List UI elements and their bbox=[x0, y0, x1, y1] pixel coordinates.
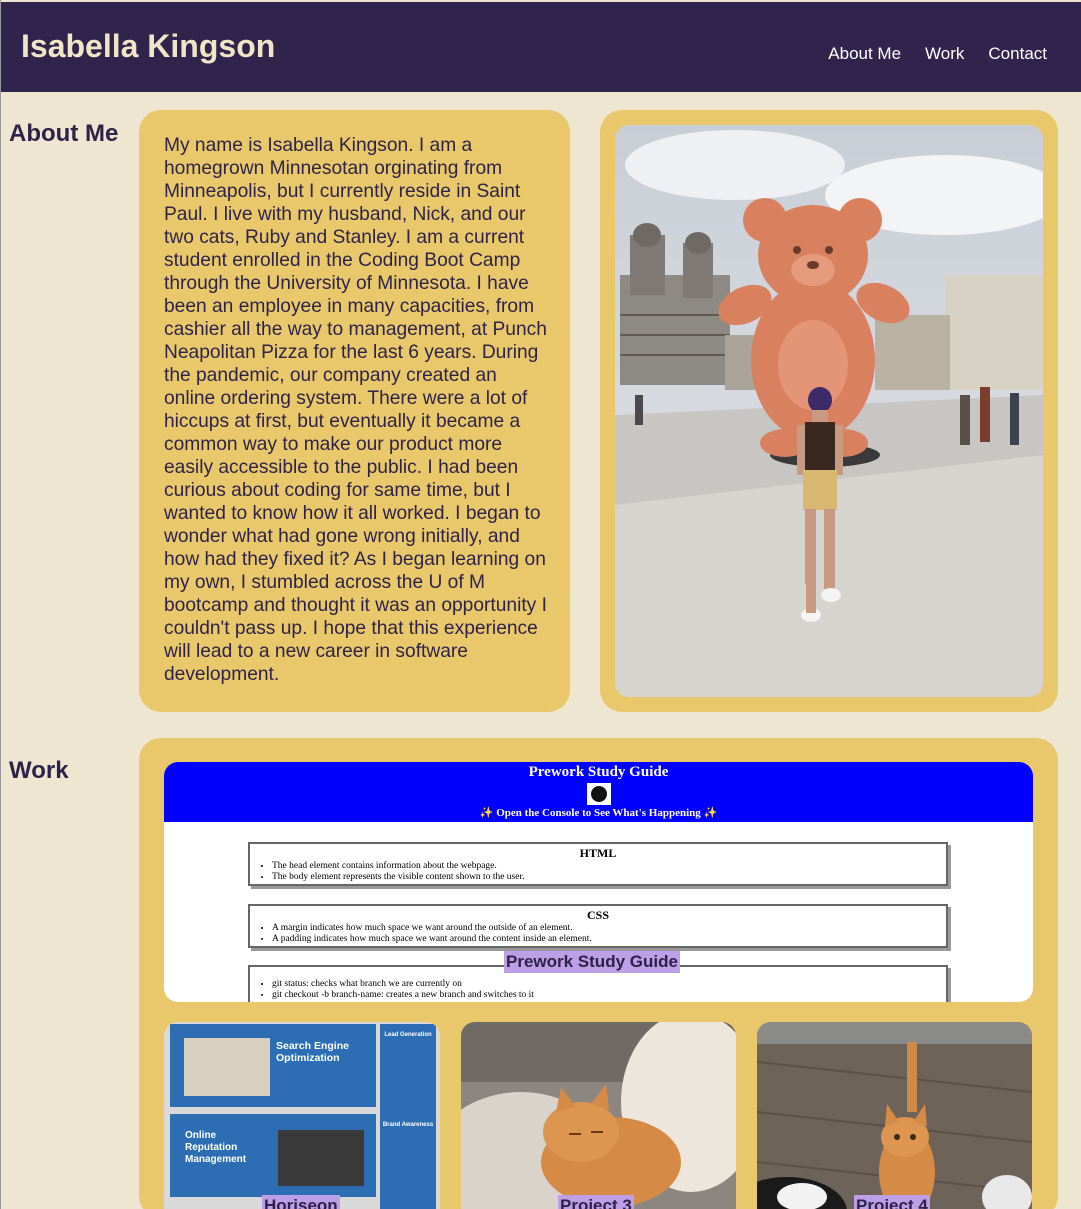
guide-box-item: A margin indicates how much space we wan… bbox=[272, 923, 938, 934]
guide-box-css: CSS A margin indicates how much space we… bbox=[248, 904, 948, 948]
nav-link-about[interactable]: About Me bbox=[828, 44, 901, 64]
guide-box-item: The body element represents the visible … bbox=[272, 872, 938, 883]
project-label[interactable]: Project 4 bbox=[854, 1195, 930, 1209]
window-edge bbox=[0, 0, 1, 1209]
project-3[interactable]: Project 3 bbox=[461, 1022, 736, 1209]
project-4[interactable]: Project 4 bbox=[757, 1022, 1032, 1209]
site-title: Isabella Kingson bbox=[21, 28, 276, 64]
guide-box-item: git checkout -b branch-name: creates a n… bbox=[272, 990, 938, 1001]
guide-screenshot-subtitle: ✨ Open the Console to See What's Happeni… bbox=[479, 807, 718, 819]
seo-panel: Search Engine Optimization bbox=[170, 1024, 376, 1107]
seo-image bbox=[184, 1038, 270, 1096]
guide-box-item: git status: checks what branch we are cu… bbox=[272, 979, 938, 990]
guide-screenshot-header: Prework Study Guide ✨ Open the Console t… bbox=[164, 762, 1033, 822]
work-card: Prework Study Guide ✨ Open the Console t… bbox=[139, 738, 1058, 1209]
guide-screenshot-title: Prework Study Guide bbox=[528, 764, 669, 780]
nav-link-contact[interactable]: Contact bbox=[988, 44, 1047, 64]
about-card: My name is Isabella Kingson. I am a home… bbox=[139, 110, 570, 712]
work-heading: Work bbox=[9, 757, 69, 784]
side-label-brand: Brand Awareness bbox=[382, 1122, 434, 1128]
project-label[interactable]: Horiseon bbox=[262, 1195, 340, 1209]
featured-project-label[interactable]: Prework Study Guide bbox=[504, 951, 680, 973]
guide-box-title: CSS bbox=[586, 908, 609, 922]
about-heading: About Me bbox=[9, 120, 119, 147]
project-label[interactable]: Project 3 bbox=[558, 1195, 634, 1209]
project-horiseon[interactable]: Search Engine Optimization Online Reputa… bbox=[164, 1022, 440, 1209]
about-bio: My name is Isabella Kingson. I am a home… bbox=[164, 135, 547, 685]
side-panel: Lead Generation Brand Awareness bbox=[380, 1024, 436, 1209]
profile-photo bbox=[615, 125, 1043, 697]
orm-panel: Online Reputation Management bbox=[170, 1114, 376, 1197]
guide-box-item: The head element contains information ab… bbox=[272, 861, 938, 872]
cat-logo-icon bbox=[586, 783, 611, 805]
orm-image bbox=[278, 1130, 364, 1186]
site-header: Isabella Kingson About Me Work Contact bbox=[1, 2, 1081, 92]
nav-link-work[interactable]: Work bbox=[925, 44, 964, 64]
photo-card bbox=[600, 110, 1058, 712]
featured-project[interactable]: Prework Study Guide ✨ Open the Console t… bbox=[164, 762, 1033, 1002]
guide-box-title: HTML bbox=[579, 846, 617, 860]
side-label-lead: Lead Generation bbox=[384, 1032, 432, 1038]
guide-box-html: HTML The head element contains informati… bbox=[248, 842, 948, 886]
main-nav: About Me Work Contact bbox=[828, 44, 1047, 64]
seo-title: Search Engine Optimization bbox=[276, 1040, 349, 1064]
guide-box-item: A padding indicates how much space we wa… bbox=[272, 934, 938, 945]
orm-title: Online Reputation Management bbox=[185, 1130, 247, 1165]
